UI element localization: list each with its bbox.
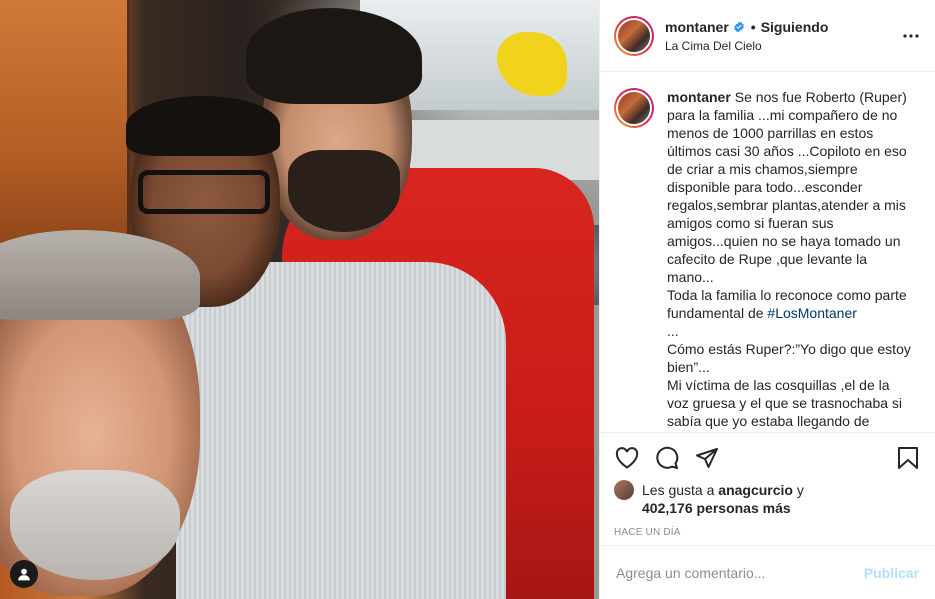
post-photo[interactable] <box>0 0 599 599</box>
follow-status-button[interactable]: Siguiendo <box>761 19 829 35</box>
likes-conjunction: y <box>796 482 804 498</box>
publish-button[interactable]: Publicar <box>864 565 919 581</box>
verified-badge-icon <box>733 21 744 32</box>
user-tag-icon[interactable] <box>10 560 38 588</box>
liker-avatar[interactable] <box>614 480 634 500</box>
caption-username[interactable]: montaner <box>667 89 731 105</box>
comment-icon[interactable] <box>654 445 680 471</box>
photo-person-older-beard <box>10 470 180 580</box>
post-header: montaner • Siguiendo La Cima Del Cielo <box>600 0 935 72</box>
header-separator: • <box>750 18 756 35</box>
post-location[interactable]: La Cima Del Cielo <box>665 39 828 53</box>
caption-text: montaner Se nos fue Roberto (Ruper) para … <box>667 88 912 430</box>
bookmark-icon[interactable] <box>895 445 921 471</box>
likes-prefix: Les gusta a <box>642 482 715 498</box>
author-username[interactable]: montaner <box>665 19 729 35</box>
comments-area[interactable]: montaner Se nos fue Roberto (Ruper) para … <box>600 72 935 432</box>
caption-body-continued: ... Cómo estás Ruper?:”Yo digo que estoy… <box>667 323 911 429</box>
caption-body: Se nos fue Roberto (Ruper) para la famil… <box>667 89 907 321</box>
heart-icon[interactable] <box>614 445 640 471</box>
comment-input[interactable] <box>616 564 864 581</box>
photo-person-striped-shirt <box>176 262 506 599</box>
photo-person-man-hair <box>126 96 280 156</box>
share-icon[interactable] <box>694 445 720 471</box>
photo-person-man-glasses <box>138 170 270 214</box>
post-timestamp[interactable]: HACE UN DÍA <box>614 527 921 538</box>
caption-author-avatar[interactable] <box>614 88 654 128</box>
photo-person-young-beard <box>288 150 400 232</box>
author-avatar[interactable] <box>614 15 654 56</box>
caption-hashtag[interactable]: #LosMontaner <box>767 305 857 321</box>
liker-username[interactable]: anagcurcio <box>718 482 793 498</box>
photo-person-young-hair <box>246 8 422 104</box>
post-caption: montaner Se nos fue Roberto (Ruper) para … <box>614 88 919 430</box>
action-icons-row <box>614 433 921 483</box>
post-actions: Les gusta a anagcurcio y 402,176 persona… <box>600 432 935 538</box>
comment-form: Publicar <box>600 545 935 599</box>
likes-summary: Les gusta a anagcurcio y 402,176 persona… <box>614 480 921 517</box>
likes-count[interactable]: 402,176 personas más <box>642 500 791 516</box>
post-side-panel: montaner • Siguiendo La Cima Del Cielo m… <box>599 0 935 599</box>
more-options-icon[interactable] <box>901 26 921 46</box>
photo-bg-cabinet <box>0 0 130 260</box>
